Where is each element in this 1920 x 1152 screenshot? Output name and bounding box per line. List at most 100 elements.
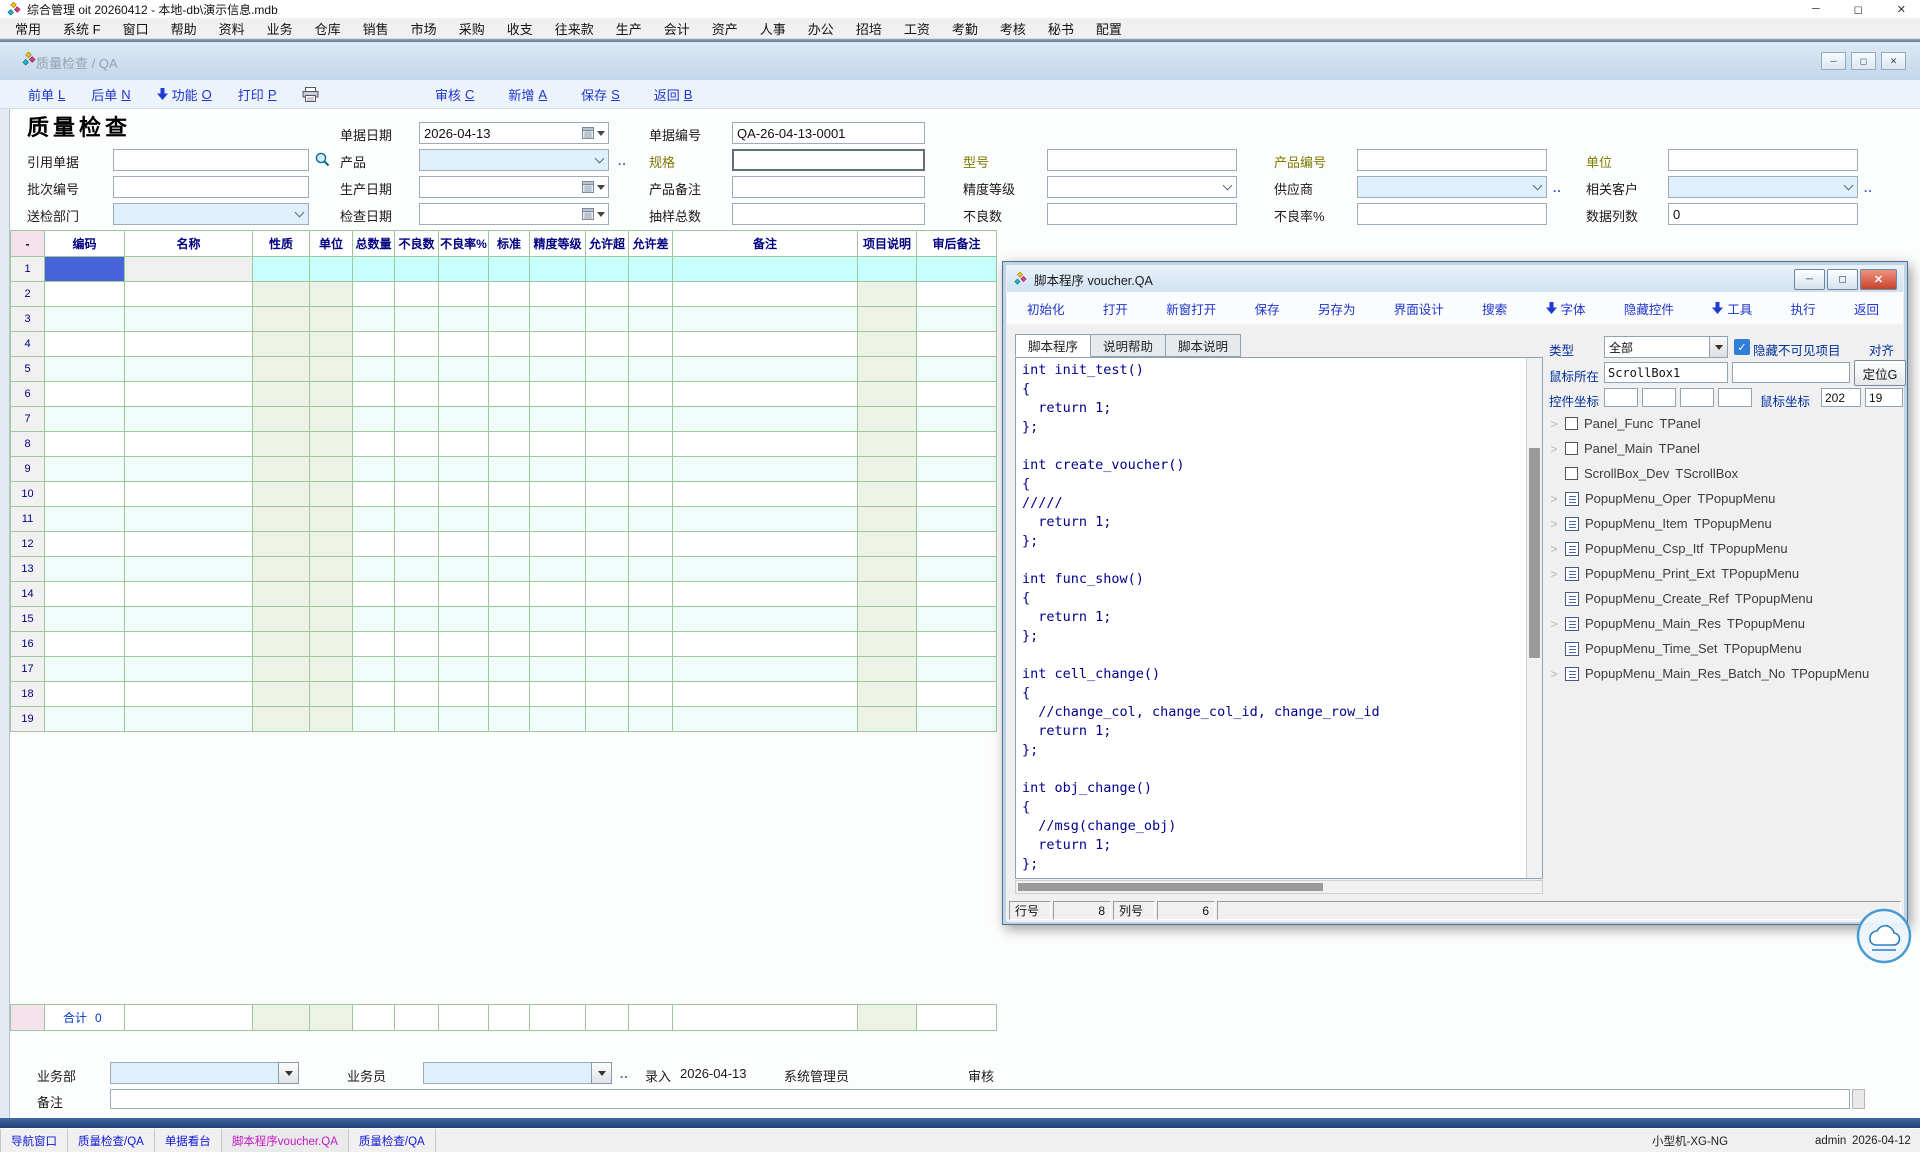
control-coord-x1[interactable] bbox=[1604, 388, 1638, 407]
grid-cell[interactable] bbox=[586, 657, 629, 682]
grid-cell[interactable] bbox=[530, 332, 586, 357]
dropdown-arrow-icon[interactable] bbox=[594, 177, 608, 197]
grid-cell[interactable] bbox=[586, 282, 629, 307]
grid-cell[interactable] bbox=[439, 632, 489, 657]
grid-cell[interactable] bbox=[439, 582, 489, 607]
grid-cell[interactable] bbox=[253, 532, 310, 557]
grid-cell[interactable] bbox=[489, 432, 530, 457]
product-no-input[interactable] bbox=[1357, 149, 1547, 171]
locate-button[interactable]: 定位G bbox=[1854, 360, 1906, 386]
grid-cell[interactable] bbox=[45, 357, 125, 382]
menu-item[interactable]: 办公 bbox=[797, 19, 845, 38]
grid-cell[interactable] bbox=[489, 407, 530, 432]
grid-cell[interactable] bbox=[917, 357, 997, 382]
mouse-in-input[interactable]: ScrollBox1 bbox=[1604, 362, 1728, 383]
grid-cell[interactable] bbox=[45, 607, 125, 632]
unit-input[interactable] bbox=[1668, 149, 1858, 171]
tree-expander-icon[interactable]: > bbox=[1549, 442, 1559, 456]
menu-item[interactable]: 人事 bbox=[749, 19, 797, 38]
grid-cell[interactable] bbox=[917, 282, 997, 307]
menu-item[interactable]: 业务 bbox=[256, 19, 304, 38]
grid-cell[interactable] bbox=[253, 607, 310, 632]
row-number-cell[interactable]: 2 bbox=[11, 282, 45, 307]
grid-cell[interactable] bbox=[353, 257, 395, 282]
doc-close-icon[interactable]: ✕ bbox=[1881, 52, 1906, 70]
grid-cell[interactable] bbox=[530, 282, 586, 307]
grid-column-header[interactable]: 精度等级 bbox=[530, 231, 586, 257]
dialog-close-icon[interactable]: ✕ bbox=[1860, 269, 1897, 290]
doc-date-input[interactable]: 2026-04-13 bbox=[419, 122, 609, 144]
grid-cell[interactable] bbox=[530, 557, 586, 582]
grid-cell[interactable] bbox=[586, 332, 629, 357]
grid-cell[interactable] bbox=[45, 532, 125, 557]
grid-cell[interactable] bbox=[310, 257, 353, 282]
grid-cell[interactable] bbox=[45, 332, 125, 357]
grid-cell[interactable] bbox=[629, 557, 673, 582]
grid-cell[interactable] bbox=[586, 432, 629, 457]
grid-column-header[interactable]: 总数量 bbox=[353, 231, 395, 257]
grid-cell[interactable] bbox=[858, 432, 917, 457]
align-link[interactable]: 对齐 bbox=[1869, 340, 1894, 359]
menu-item[interactable]: 资产 bbox=[701, 19, 749, 38]
grid-column-header[interactable]: 不良数 bbox=[395, 231, 439, 257]
grid-cell[interactable] bbox=[395, 257, 439, 282]
grid-cell[interactable] bbox=[253, 632, 310, 657]
grid-cell[interactable] bbox=[586, 357, 629, 382]
grid-cell[interactable] bbox=[310, 532, 353, 557]
dialog-toolbar-button[interactable]: 执行 bbox=[1791, 299, 1816, 318]
grid-cell[interactable] bbox=[586, 482, 629, 507]
grid-cell[interactable] bbox=[395, 457, 439, 482]
supplier-more-button[interactable]: .. bbox=[1553, 181, 1562, 195]
batch-no-input[interactable] bbox=[113, 176, 309, 198]
grid-cell[interactable] bbox=[253, 657, 310, 682]
dialog-toolbar-button[interactable]: 初始化 bbox=[1027, 299, 1065, 318]
grid-cell[interactable] bbox=[125, 432, 253, 457]
grid-cell[interactable] bbox=[353, 582, 395, 607]
grid-cell[interactable] bbox=[125, 707, 253, 732]
grid-cell[interactable] bbox=[858, 557, 917, 582]
grid-column-header[interactable]: 名称 bbox=[125, 231, 253, 257]
grid-cell[interactable] bbox=[917, 407, 997, 432]
taskbar-button[interactable]: 脚本程序voucher.QA bbox=[222, 1129, 349, 1152]
grid-cell[interactable] bbox=[629, 382, 673, 407]
prod-date-input[interactable] bbox=[419, 176, 609, 198]
grid-cell[interactable] bbox=[310, 657, 353, 682]
grid-cell[interactable] bbox=[586, 407, 629, 432]
grid-cell[interactable] bbox=[125, 357, 253, 382]
grid-cell[interactable] bbox=[530, 432, 586, 457]
grid-cell[interactable] bbox=[629, 657, 673, 682]
row-number-cell[interactable]: 19 bbox=[11, 707, 45, 732]
grid-cell[interactable] bbox=[917, 257, 997, 282]
control-coord-y1[interactable] bbox=[1642, 388, 1676, 407]
product-combo[interactable] bbox=[419, 149, 609, 171]
grid-cell[interactable] bbox=[917, 632, 997, 657]
grid-cell[interactable] bbox=[395, 382, 439, 407]
grid-cell[interactable] bbox=[489, 582, 530, 607]
grid-cell[interactable] bbox=[917, 657, 997, 682]
grid-column-header[interactable]: 不良率% bbox=[439, 231, 489, 257]
toolbar-button[interactable]: 后单N bbox=[91, 85, 130, 104]
grid-cell[interactable] bbox=[673, 532, 858, 557]
grid-cell[interactable] bbox=[673, 607, 858, 632]
grid-cell[interactable] bbox=[629, 707, 673, 732]
calendar-icon[interactable] bbox=[582, 181, 594, 193]
grid-cell[interactable] bbox=[353, 507, 395, 532]
grid-cell[interactable] bbox=[310, 382, 353, 407]
tree-item[interactable]: >PopupMenu_Main_Res_Batch_NoTPopupMenu bbox=[1549, 661, 1901, 686]
grid-cell[interactable] bbox=[858, 332, 917, 357]
chevron-down-icon[interactable] bbox=[1839, 177, 1857, 197]
product-more-button[interactable]: .. bbox=[618, 154, 627, 168]
grid-cell[interactable] bbox=[673, 457, 858, 482]
grid-cell[interactable] bbox=[673, 707, 858, 732]
grid-cell[interactable] bbox=[310, 682, 353, 707]
hide-invisible-checkbox[interactable]: ✓ bbox=[1734, 339, 1750, 355]
grid-cell[interactable] bbox=[629, 432, 673, 457]
menu-item[interactable]: 常用 bbox=[4, 19, 52, 38]
row-number-cell[interactable]: 4 bbox=[11, 332, 45, 357]
grid-cell[interactable] bbox=[310, 282, 353, 307]
grid-cell[interactable] bbox=[489, 507, 530, 532]
salesman-more-button[interactable]: .. bbox=[620, 1067, 629, 1081]
grid-cell[interactable] bbox=[125, 682, 253, 707]
grid-cell[interactable] bbox=[673, 407, 858, 432]
grid-column-header[interactable]: 备注 bbox=[673, 231, 858, 257]
